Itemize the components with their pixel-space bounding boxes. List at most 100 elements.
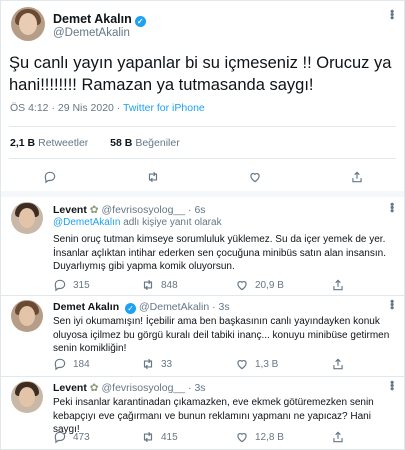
tweet-timestamp[interactable]: ÖS 4:12 · 29 Nis 2020 · [10,102,120,114]
reply-text-line: İnsanlar açlıktan intihar ederken sen ço… [53,247,386,259]
tweet-text-line: hani!!!!!!!! Ramazan ya tutmasanda saygı… [9,76,314,94]
share-icon [333,431,343,443]
like-icon [237,281,247,291]
tweet-timestamp[interactable]: · 3s [212,301,230,313]
retweet-button[interactable] [146,167,160,187]
like-count: 12,8 B [255,431,284,443]
reply-header: Demet Akalın ✓ @DemetAkalin · 3s [53,301,230,314]
verified-badge-icon: ✓ [125,303,137,314]
reply-icon [54,431,66,444]
retweet-button[interactable]: 33 [141,354,172,374]
reply-tweet[interactable]: Demet Akalın ✓ @DemetAkalin · 3s ••• Sen… [1,296,404,376]
retweet-count: 415 [161,431,178,443]
divider [9,158,396,159]
tweet-meta: ÖS 4:12 · 29 Nis 2020 · Twitter for iPho… [10,102,205,114]
reply-icon [54,279,66,292]
mention-link[interactable]: @DemetAkalın [53,217,120,228]
more-icon[interactable]: ••• [385,380,399,390]
avatar[interactable] [11,7,45,41]
reply-text-line: Senin oruç tutman kimseye sorumluluk yük… [53,234,386,245]
verified-badge-icon: ✓ [134,16,146,27]
reply-tweet[interactable]: Levent ✿ @fevrisosyolog__ · 3s ••• Peki … [1,377,404,449]
retweets-stat[interactable]: 2,1 B Retweetler [10,137,88,149]
author-name[interactable]: Demet Akalın [53,301,119,313]
like-button[interactable]: 20,9 B [235,275,284,295]
reply-count: 473 [73,431,90,443]
reply-text: Senin oruç tutman kimseye sorumluluk yük… [53,233,398,274]
main-tweet: Demet Akalın ✓ @DemetAkalin ••• Şu canlı … [1,1,404,191]
reply-icon [54,358,66,371]
retweet-count: 848 [161,279,178,291]
retweets-label: Retweetler [38,137,89,149]
like-button[interactable]: 12,8 B [235,427,284,447]
reply-actions: 315 848 20,9 B [1,275,404,295]
like-count: 20,9 B [255,279,284,291]
share-button[interactable] [350,167,364,187]
tweet-source-link[interactable]: Twitter for iPhone [123,102,205,114]
author-name[interactable]: Levent [53,382,87,394]
reply-text: Sen iyi okumamışın! İçebilir ama ben baş… [53,315,398,356]
more-icon[interactable]: ••• [385,9,399,19]
divider [9,126,396,127]
avatar[interactable] [11,300,43,332]
reply-text-line: Sen iyi okumamışın! İçebilir ama ben baş… [53,316,380,327]
tweet-text-line: Şu canlı yayın yapanlar bi su içmeseniz … [9,54,392,72]
like-icon [237,433,247,443]
like-count: 1,3 B [255,358,279,370]
reply-actions: 184 33 1,3 B [1,354,404,374]
reply-text-line: oluyosa içilmez bu görgü kuralı deil tab… [53,329,390,341]
reply-button[interactable]: 184 [53,354,90,374]
retweet-count: 33 [161,358,173,370]
retweet-icon [143,358,153,370]
share-icon [333,358,343,370]
tweet-thread: Demet Akalın ✓ @DemetAkalin ••• Şu canlı … [0,0,405,450]
likes-count: 58 B [110,137,133,149]
retweet-button[interactable]: 848 [141,275,178,295]
share-icon [333,279,343,291]
like-button[interactable] [248,167,262,187]
reply-button[interactable]: 473 [53,427,90,447]
reply-text-line: Duyarlıymış gibi yapma komik oluyorsun. [53,261,235,272]
reply-header: Levent ✿ @fevrisosyolog__ · 6s [53,204,206,216]
like-icon [250,173,260,183]
reply-header: Levent ✿ @fevrisosyolog__ · 3s [53,382,206,394]
share-button[interactable] [331,275,345,295]
likes-stat[interactable]: 58 B Beğeniler [110,137,180,149]
likes-label: Beğeniler [135,137,180,149]
reply-button[interactable] [43,167,57,187]
more-icon[interactable]: ••• [385,299,399,309]
author-name-text: Demet Akalın [53,12,132,26]
more-icon[interactable]: ••• [385,202,399,212]
share-button[interactable] [331,427,345,447]
share-button[interactable] [331,354,345,374]
reply-actions: 473 415 12,8 B [1,427,404,447]
reply-count: 184 [73,358,90,370]
author-handle[interactable]: @fevrisosyolog__ [102,204,186,216]
tweet-text: Şu canlı yayın yapanlar bi su içmeseniz … [9,52,399,96]
retweet-icon [148,171,158,183]
avatar[interactable] [11,202,43,234]
author-name[interactable]: Levent [53,204,87,216]
tweet-stats: 2,1 B Retweetler 58 B Beğeniler [10,137,180,149]
retweets-count: 2,1 B [10,137,36,149]
retweet-icon [143,431,153,443]
reply-count: 315 [73,279,90,291]
tweet-timestamp[interactable]: · 3s [188,382,206,394]
like-button[interactable]: 1,3 B [235,354,278,374]
avatar[interactable] [11,381,43,413]
reply-text-line: Peki insanlar karantinadan çıkamazken, e… [53,397,374,408]
author-handle[interactable]: @DemetAkalin [53,27,130,39]
tweet-timestamp[interactable]: · 6s [188,204,206,216]
plant-emoji-icon: ✿ [89,204,99,216]
reply-tweet[interactable]: Levent ✿ @fevrisosyolog__ · 6s ••• @Deme… [1,197,404,295]
author-handle[interactable]: @DemetAkalin [139,301,209,313]
retweet-button[interactable]: 415 [141,427,178,447]
reply-button[interactable]: 315 [53,275,90,295]
author-handle[interactable]: @fevrisosyolog__ [102,382,186,394]
replying-to: @DemetAkalın adlı kişiye yanıt olarak [53,217,222,228]
share-icon [352,171,362,183]
main-actions [1,167,404,187]
retweet-icon [143,279,153,291]
like-icon [237,360,247,370]
author-name[interactable]: Demet Akalın ✓ [53,12,146,27]
